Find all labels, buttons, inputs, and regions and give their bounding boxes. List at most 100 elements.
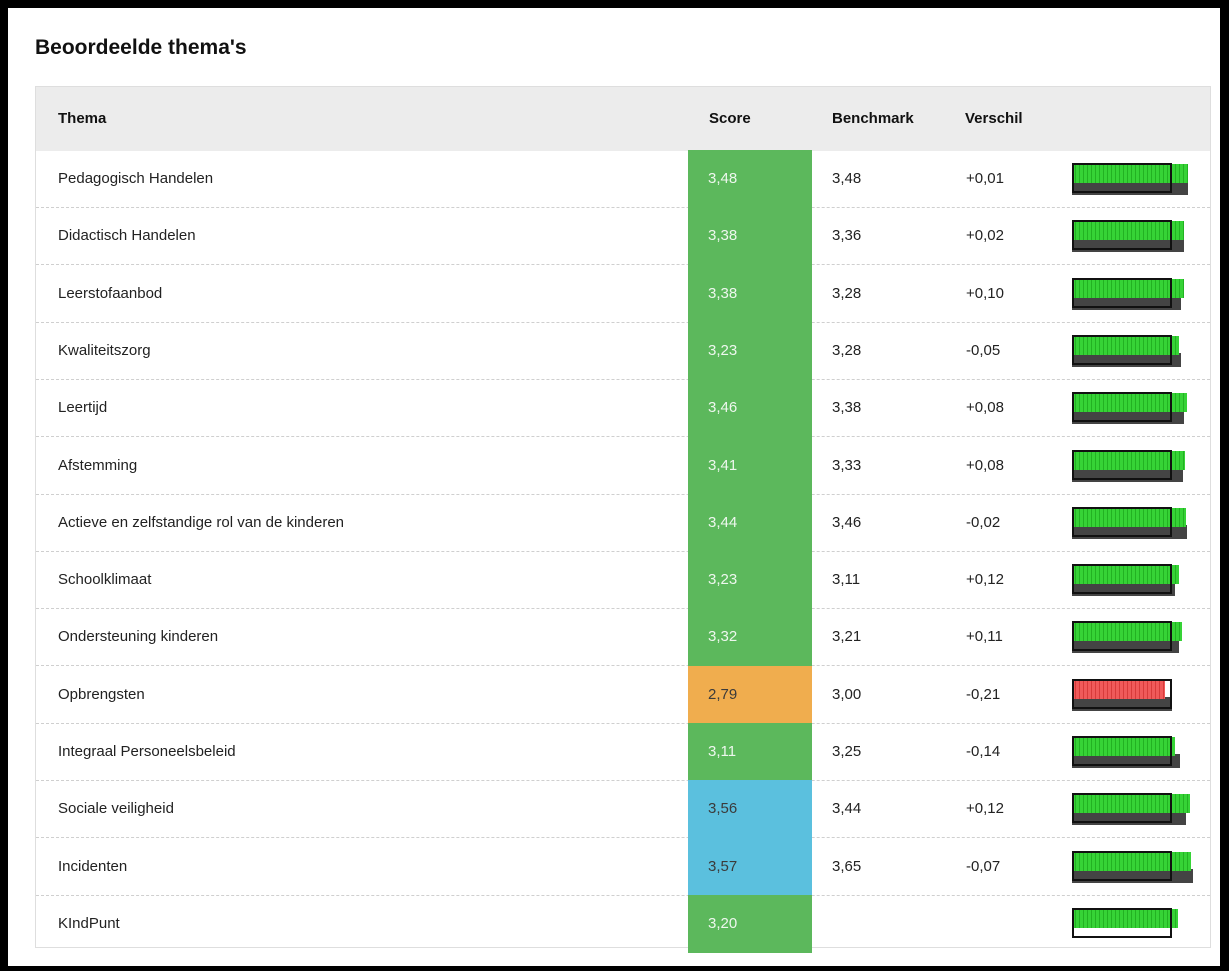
table-row: Sociale veiligheid 3,56 3,44 +0,12 [36,780,1210,839]
page-title: Beoordeelde thema's [35,36,247,59]
row-benchmark: 3,65 [832,857,862,875]
themes-table: Thema Score Benchmark Verschil Pedagogis… [35,86,1211,953]
row-thema: Incidenten [58,857,128,875]
comparison-bar [1072,552,1202,609]
row-thema: Schoolklimaat [58,571,152,589]
table-row: Ondersteuning kinderen 3,32 3,21 +0,11 [36,608,1210,667]
row-benchmark: 3,33 [832,456,862,474]
table-row: Didactisch Handelen 3,38 3,36 +0,02 [36,207,1210,266]
row-verschil: +0,11 [966,628,1003,646]
row-thema: Afstemming [58,456,138,474]
row-verschil: +0,10 [966,284,1004,302]
target-frame [1072,736,1172,766]
table-row: Incidenten 3,57 3,65 -0,07 [36,837,1210,896]
row-verschil: -0,07 [966,857,1001,875]
row-score-cell: 3,23 [688,321,812,380]
comparison-bar [1072,839,1202,896]
table-row: Leerstofaanbod 3,38 3,28 +0,10 [36,264,1210,323]
row-thema: Integraal Personeelsbeleid [58,743,236,760]
comparison-bar [1072,609,1202,666]
table-row: Leertijd 3,46 3,38 +0,08 [36,379,1210,438]
comparison-bar [1072,208,1202,265]
table-row: Schoolklimaat 3,23 3,11 +0,12 [36,551,1210,610]
report-panel: Beoordeelde thema's Thema Score Benchmar… [8,8,1220,966]
row-score-cell: 3,23 [688,551,812,610]
row-benchmark: 3,28 [832,341,862,359]
row-thema: KIndPunt [58,914,120,932]
row-thema: Didactisch Handelen [58,227,196,245]
column-header-verschil: Verschil [965,110,1023,127]
target-frame [1072,506,1172,537]
row-score-cell: 2,79 [688,665,812,724]
comparison-bar [1072,781,1202,838]
target-frame [1072,220,1172,251]
row-score-cell: 3,32 [688,608,812,667]
row-benchmark: 3,00 [832,685,862,703]
row-benchmark: 3,28 [832,284,862,302]
target-frame [1072,907,1172,938]
row-benchmark: 3,44 [832,800,862,818]
target-frame [1072,850,1172,881]
row-score-cell: 3,48 [688,150,812,208]
row-verschil: +0,12 [966,800,1004,818]
table-row: Pedagogisch Handelen 3,48 3,48 +0,01 [36,150,1210,208]
row-score-cell: 3,38 [688,207,812,266]
comparison-bar [1072,380,1202,437]
row-verschil: +0,08 [966,399,1004,417]
table-row: Kwaliteitszorg 3,23 3,28 -0,05 [36,321,1210,380]
row-thema: Actieve en zelfstandige rol van de kinde… [58,513,345,531]
row-score-cell: 3,11 [688,723,812,781]
row-verschil: -0,21 [966,685,1001,703]
row-benchmark: 3,25 [832,743,862,760]
row-score-cell: 3,57 [688,837,812,896]
target-frame [1072,334,1172,365]
comparison-bar [1072,266,1202,323]
table-row: Opbrengsten 2,79 3,00 -0,21 [36,665,1210,724]
row-verschil: +0,01 [966,170,1004,187]
target-frame [1072,564,1172,595]
row-verschil: +0,08 [966,456,1004,474]
table-row: Actieve en zelfstandige rol van de kinde… [36,493,1210,552]
target-frame [1072,392,1172,423]
comparison-bar [1072,151,1202,208]
row-thema: Kwaliteitszorg [58,341,151,359]
row-thema: Sociale veiligheid [58,800,174,818]
row-thema: Leertijd [58,399,108,417]
table-row: Afstemming 3,41 3,33 +0,08 [36,436,1210,495]
row-score-cell: 3,56 [688,780,812,839]
column-header-thema: Thema [58,110,107,127]
table-row: KIndPunt 3,20 [36,894,1210,953]
row-score-cell: 3,41 [688,436,812,495]
row-benchmark: 3,36 [832,227,862,245]
column-header-benchmark: Benchmark [832,110,914,127]
row-benchmark: 3,48 [832,170,862,187]
comparison-bar [1072,724,1202,781]
comparison-bar [1072,323,1202,380]
row-verschil: -0,02 [966,513,1001,531]
row-benchmark: 3,11 [832,571,861,589]
row-score-cell: 3,38 [688,264,812,323]
row-benchmark: 3,38 [832,399,862,417]
target-frame [1072,449,1172,480]
row-benchmark: 3,21 [832,628,862,646]
comparison-bar [1072,667,1202,724]
row-verschil: -0,05 [966,341,1001,359]
row-score-cell: 3,44 [688,493,812,552]
row-verschil: -0,14 [966,743,1001,760]
target-frame [1072,163,1172,193]
row-thema: Ondersteuning kinderen [58,628,219,646]
target-frame [1072,277,1172,308]
target-frame [1072,793,1172,824]
column-header-score: Score [709,110,751,127]
comparison-bar [1072,438,1202,495]
row-verschil: +0,12 [966,571,1004,589]
table-row: Integraal Personeelsbeleid 3,11 3,25 -0,14 [36,723,1210,781]
target-frame [1072,621,1172,652]
row-verschil: +0,02 [966,227,1004,245]
table-header: Thema Score Benchmark Verschil [36,87,1210,151]
row-score-cell: 3,20 [688,894,812,953]
target-frame [1072,678,1172,709]
row-benchmark: 3,46 [832,513,862,531]
row-thema: Opbrengsten [58,685,145,703]
row-thema: Leerstofaanbod [58,284,163,302]
